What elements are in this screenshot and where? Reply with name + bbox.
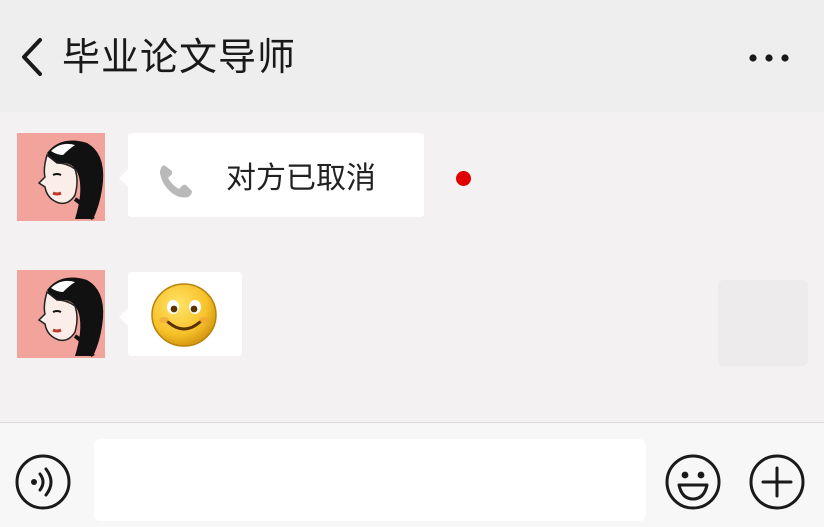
avatar[interactable]	[17, 270, 105, 358]
emoji-icon[interactable]	[664, 453, 722, 511]
plus-icon[interactable]	[748, 453, 806, 511]
chevron-left-icon[interactable]	[18, 36, 50, 78]
avatar-portrait-icon	[17, 270, 105, 358]
bubble-tail	[119, 308, 128, 326]
phone-icon	[160, 165, 192, 198]
ellipsis-icon[interactable]	[746, 48, 792, 68]
message-input[interactable]	[94, 439, 646, 521]
unread-dot	[456, 171, 471, 186]
emoji-message-bubble[interactable]	[119, 272, 242, 356]
call-status-text: 对方已取消	[226, 161, 376, 196]
input-bar	[0, 422, 824, 527]
faded-message-placeholder	[718, 280, 808, 366]
call-message-bubble[interactable]: 对方已取消	[119, 133, 424, 217]
smiley-emoji-icon	[151, 283, 217, 347]
chat-title: 毕业论文导师	[62, 35, 297, 79]
bubble-tail	[119, 169, 128, 187]
voice-mode-icon[interactable]	[14, 453, 72, 511]
chat-header: 毕业论文导师	[0, 0, 824, 112]
avatar-portrait-icon	[17, 133, 105, 221]
avatar[interactable]	[17, 133, 105, 221]
